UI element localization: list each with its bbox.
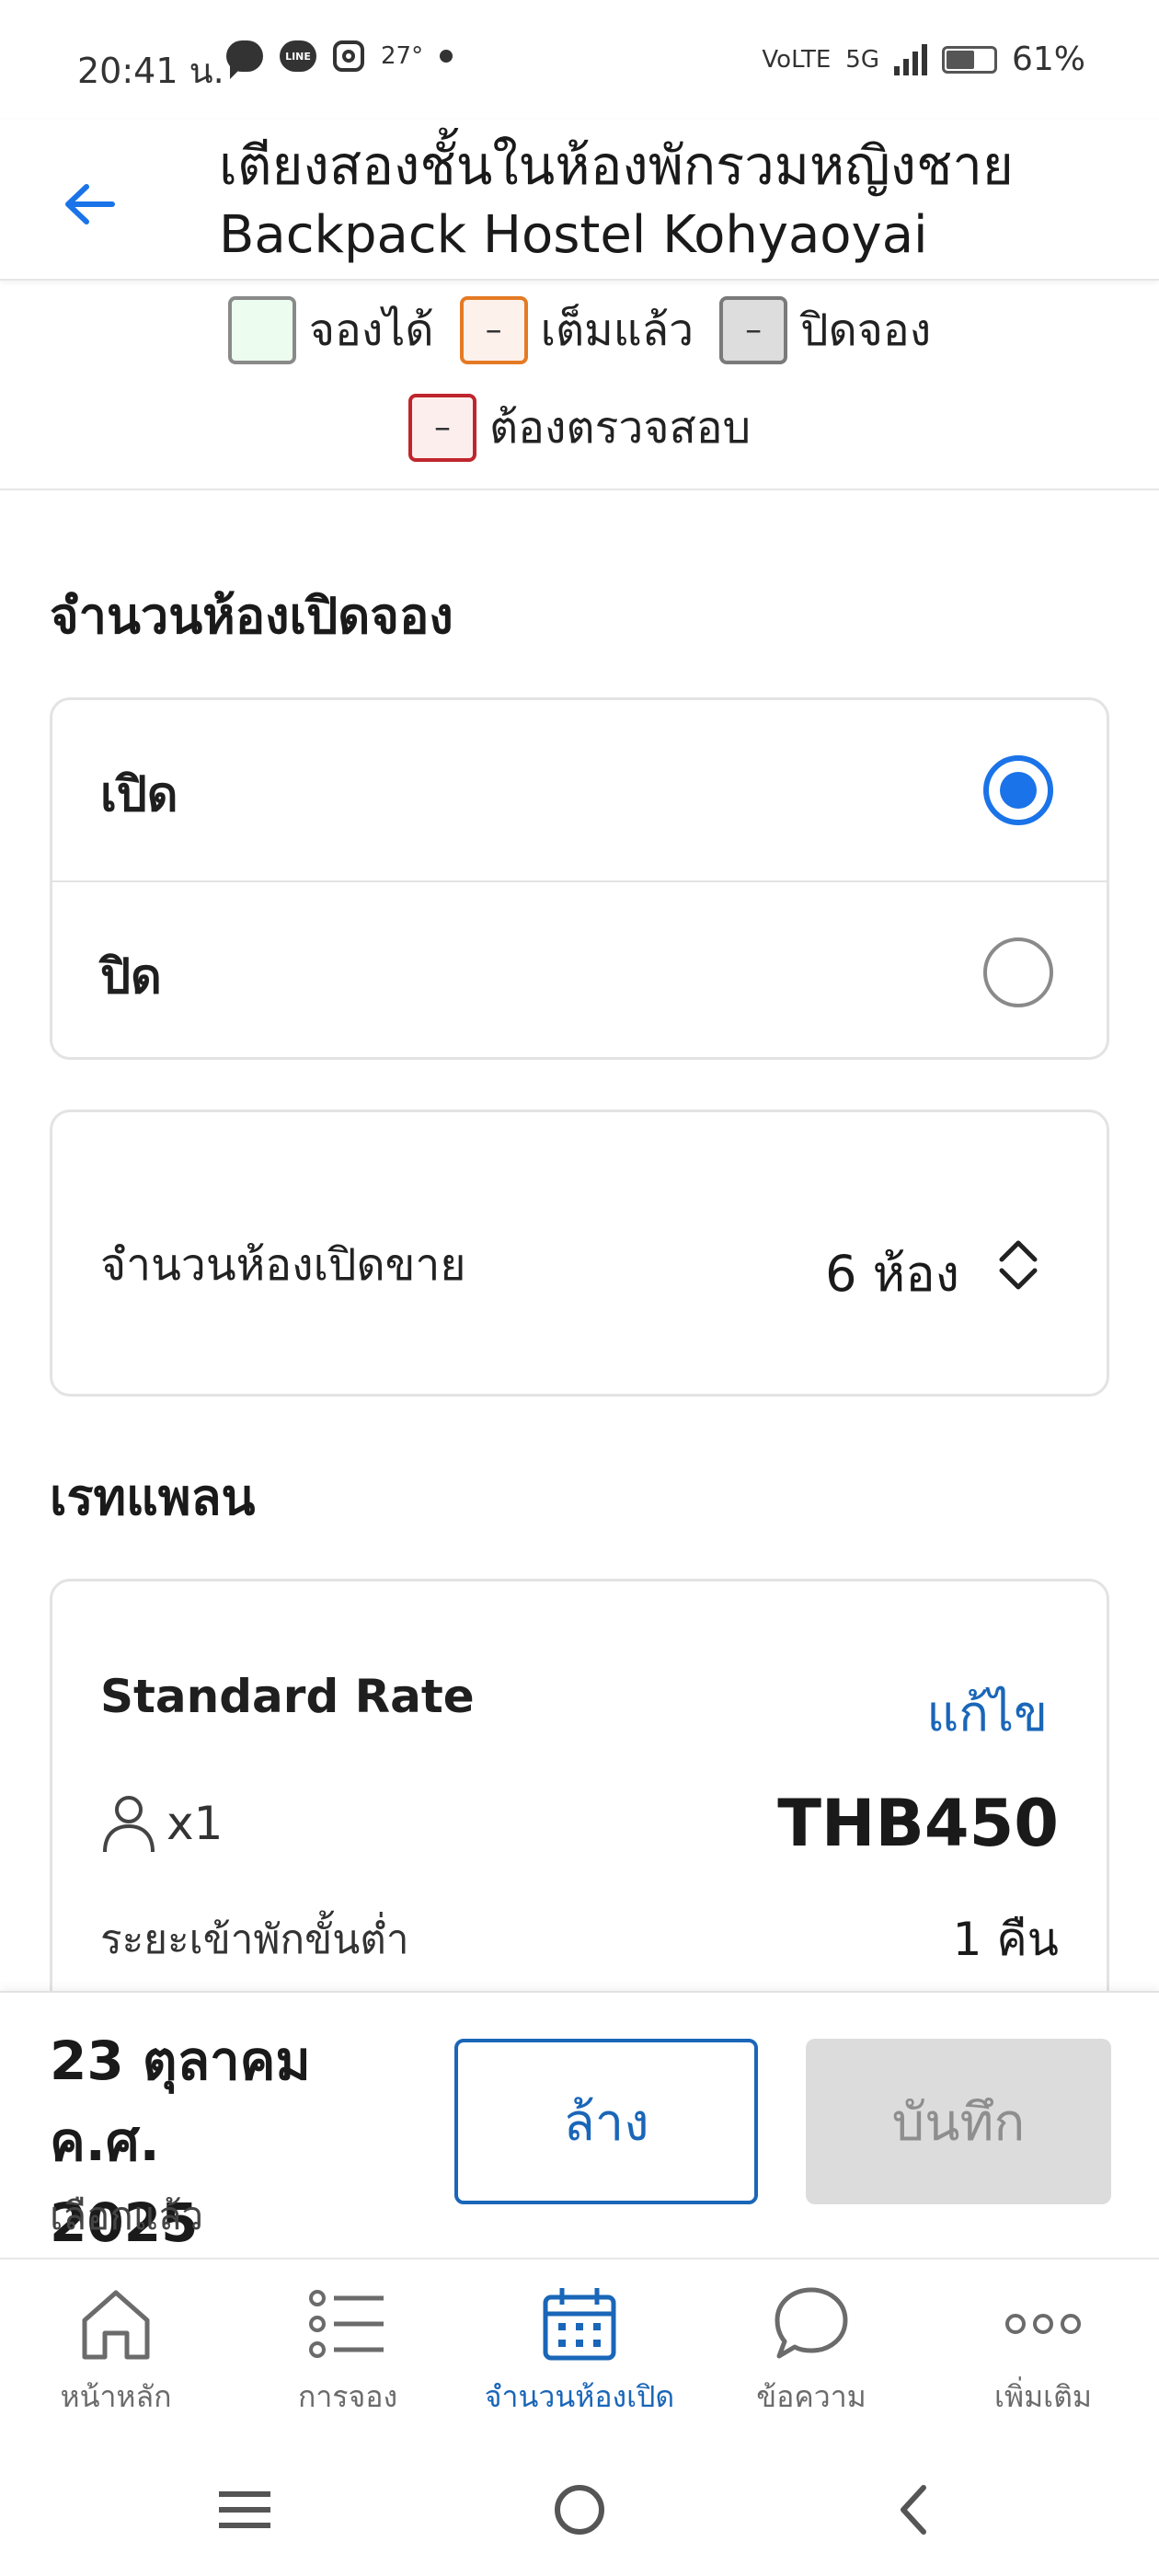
- system-navigation-bar: [0, 2442, 1159, 2576]
- nav-label: จำนวนห้องเปิด: [484, 2379, 675, 2414]
- closed-swatch: –: [719, 296, 788, 364]
- room-quantity-value[interactable]: 6 ห้อง: [825, 1234, 959, 1313]
- person-icon: [103, 1796, 155, 1853]
- full-swatch: –: [459, 296, 528, 364]
- home-button[interactable]: [534, 2473, 625, 2547]
- status-time: 20:41 น.: [77, 51, 224, 91]
- back-button[interactable]: [52, 167, 125, 241]
- quantity-stepper[interactable]: [981, 1228, 1055, 1302]
- property-name: Backpack Hostel Kohyaoyai: [219, 205, 928, 265]
- recent-apps-button[interactable]: [199, 2473, 291, 2547]
- available-swatch: [227, 296, 296, 364]
- radio-closed[interactable]: [983, 937, 1053, 1007]
- status-legend: จองได้ – เต็มแล้ว – ปิดจอง – ต้องตรวจสอบ: [0, 281, 1159, 490]
- app-header: เตียงสองชั้นในห้องพักรวมหญิงชาย Backpack…: [0, 120, 1159, 281]
- min-stay-label: ระยะเข้าพักขั้นต่ำ: [100, 1916, 409, 1963]
- page-title: เตียงสองชั้นในห้องพักรวมหญิงชาย: [219, 134, 1014, 197]
- rate-plan-card: Standard Rate แก้ไข x1 THB450 ระยะเข้าพั…: [50, 1579, 1109, 2057]
- radio-label: ปิด: [100, 949, 162, 1005]
- more-icon: [997, 2278, 1089, 2370]
- home-icon: [70, 2278, 162, 2370]
- edit-rate-link[interactable]: แก้ไข: [926, 1673, 1048, 1753]
- battery-icon: [941, 45, 997, 74]
- message-notification-icon: [226, 40, 263, 79]
- rate-plan-section-title: เรทแพลน: [50, 1468, 256, 1526]
- system-back-button[interactable]: [866, 2473, 958, 2547]
- selected-date-line1: 23 ตุลาคม ค.ศ.: [50, 2030, 311, 2173]
- network-type: 5G: [845, 45, 879, 74]
- menu-icon: [219, 2491, 270, 2528]
- nav-item-messages[interactable]: ข้อความ: [695, 2260, 927, 2444]
- nav-label: เพิ่มเติม: [994, 2379, 1092, 2414]
- nav-label: ข้อความ: [756, 2379, 866, 2414]
- availability-radio-group: เปิด ปิด: [50, 697, 1109, 1060]
- radio-open[interactable]: [983, 755, 1053, 825]
- nav-item-availability[interactable]: จำนวนห้องเปิด: [464, 2260, 695, 2444]
- rate-plan-name: Standard Rate: [100, 1670, 475, 1723]
- nav-label: การจอง: [297, 2379, 398, 2414]
- temperature-text: 27°: [381, 42, 424, 70]
- bottom-navigation: หน้าหลัก การจอง จำนวนห้องเปิด ข้อความ เพ…: [0, 2258, 1159, 2442]
- calendar-icon: [534, 2278, 625, 2370]
- legend-item-closed: – ปิดจอง: [719, 295, 931, 365]
- legend-item-needs-check: – ต้องตรวจสอบ: [407, 393, 752, 463]
- arrow-left-icon: [65, 184, 115, 224]
- line-app-icon: LINE: [280, 40, 316, 72]
- nav-item-more[interactable]: เพิ่มเติม: [927, 2260, 1159, 2444]
- legend-item-full: – เต็มแล้ว: [459, 295, 694, 365]
- volte-indicator: VoLTE: [762, 45, 832, 74]
- chevron-up-down-icon: [999, 1240, 1038, 1290]
- legend-label: จองได้: [308, 305, 434, 356]
- selected-status: เลือกแล้ว: [50, 2193, 204, 2238]
- chevron-left-icon: [901, 2485, 926, 2535]
- bottom-action-bar: 23 ตุลาคม ค.ศ. 2025 เลือกแล้ว ล้าง บันทึ…: [0, 1991, 1159, 2258]
- list-icon: [302, 2278, 394, 2370]
- nav-item-home[interactable]: หน้าหลัก: [0, 2260, 232, 2444]
- needs-check-swatch: –: [407, 394, 476, 462]
- notification-dot-icon: [440, 50, 453, 63]
- circle-home-icon: [555, 2485, 604, 2535]
- nav-item-bookings[interactable]: การจอง: [232, 2260, 464, 2444]
- save-button[interactable]: บันทึก: [806, 2039, 1111, 2204]
- notification-icons: LINE 27°: [226, 40, 453, 79]
- radio-option-open[interactable]: เปิด: [52, 700, 1107, 880]
- signal-icon: [893, 43, 927, 75]
- legend-label: ต้องตรวจสอบ: [488, 402, 752, 454]
- occupancy-count: x1: [166, 1797, 224, 1850]
- room-quantity-card[interactable]: จำนวนห้องเปิดขาย 6 ห้อง: [50, 1110, 1109, 1397]
- clear-button[interactable]: ล้าง: [454, 2039, 758, 2204]
- min-stay-value: 1 คืน: [952, 1913, 1059, 1966]
- instagram-icon: [333, 40, 364, 72]
- system-indicators: VoLTE 5G 61%: [762, 40, 1085, 78]
- availability-section-title: จำนวนห้องเปิดจอง: [50, 587, 453, 645]
- battery-percent: 61%: [1011, 40, 1085, 78]
- occupancy: x1: [100, 1793, 223, 1854]
- nav-label: หน้าหลัก: [60, 2379, 172, 2414]
- status-bar: 20:41 น. LINE 27° VoLTE 5G 61%: [0, 0, 1159, 120]
- room-quantity-label: จำนวนห้องเปิดขาย: [100, 1239, 466, 1291]
- chat-icon: [765, 2278, 857, 2370]
- radio-option-closed[interactable]: ปิด: [52, 882, 1107, 1063]
- radio-label: เปิด: [100, 767, 178, 822]
- legend-item-available: จองได้: [227, 295, 434, 365]
- rate-price: THB450: [777, 1786, 1059, 1861]
- legend-label: ปิดจอง: [800, 305, 932, 356]
- legend-label: เต็มแล้ว: [540, 305, 694, 356]
